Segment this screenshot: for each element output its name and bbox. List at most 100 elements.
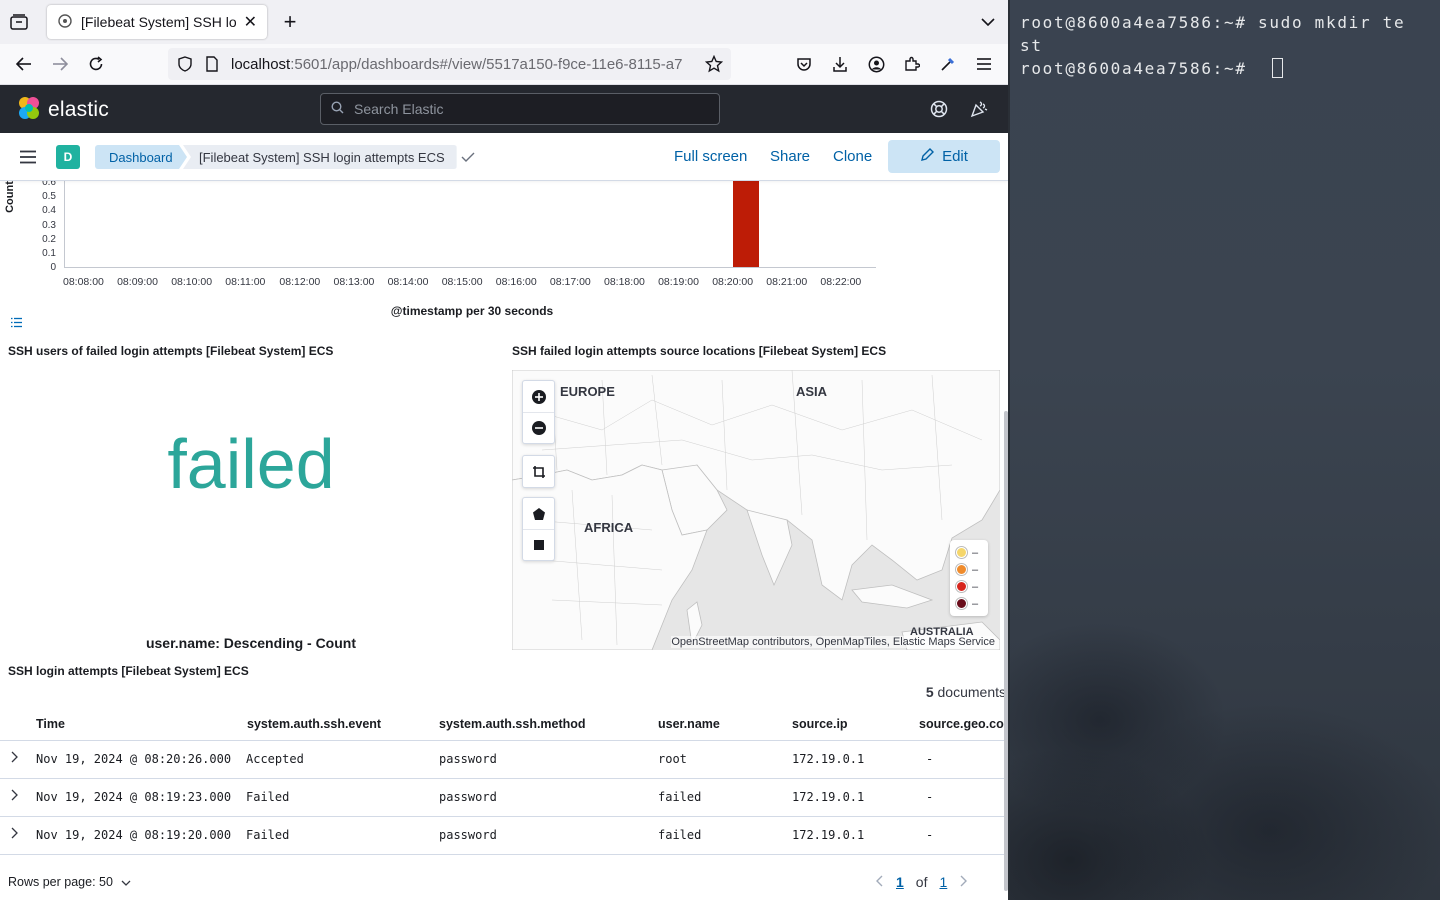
address-bar[interactable]: localhost:5601/app/dashboards#/view/5517… [168,48,731,80]
search-icon [331,101,344,117]
shield-icon[interactable] [177,56,193,75]
column-header-ip[interactable]: source.ip [792,717,848,731]
x-axis-line [64,267,876,268]
expand-row-chevron-icon[interactable] [10,789,18,804]
legend-label: – [972,597,979,610]
prev-page-icon[interactable] [876,874,884,890]
cell-method: password [439,752,497,766]
downloads-icon[interactable] [830,54,850,74]
zoom-controls [522,380,555,444]
column-header-user[interactable]: user.name [658,717,720,731]
expand-row-chevron-icon[interactable] [10,751,18,766]
y-tick-label: 0.4 [42,205,56,217]
map-label-africa: AFRICA [584,520,634,535]
y-axis-label: Count [3,181,16,213]
news-feed-icon[interactable] [969,99,989,119]
fit-bounds-control [522,455,555,488]
tagcloud-caption: user.name: Descending - Count [145,635,357,651]
map-attribution[interactable]: OpenStreetMap contributors, OpenMapTiles… [671,636,995,648]
kibana-header: elastic [0,85,1008,133]
cell-method: password [439,828,497,842]
map-label-asia: ASIA [796,384,828,399]
url-text: localhost:5601/app/dashboards#/view/5517… [231,55,683,73]
next-page-icon[interactable] [959,874,968,890]
help-icon[interactable] [929,99,949,119]
dashboard-body: Count 0.6 0.5 0.4 0.3 0.2 0.1 0 08:08:00 08:09:… [0,181,1008,900]
share-button[interactable]: Share [770,148,810,165]
y-tick-label: 0.3 [42,219,56,231]
draw-rectangle-icon[interactable] [523,529,554,560]
x-tick-label: 08:17:00 [549,276,591,288]
legend-entry: – [956,578,982,595]
cell-user: root [658,752,687,766]
fit-to-data-icon[interactable] [523,456,554,487]
navigation-toolbar: localhost:5601/app/dashboards#/view/5517… [0,44,1008,85]
column-header-time[interactable]: Time [36,717,65,731]
tab-close-icon[interactable]: ✕ [244,12,257,32]
users-panel-title: SSH users of failed login attempts [File… [8,344,334,358]
terminal-cursor [1272,58,1283,78]
map-panel-title: SSH failed login attempts source locatio… [512,344,887,358]
map-basemap [512,370,1000,650]
tagcloud-word[interactable]: failed [0,429,502,499]
legend-dot [956,564,967,575]
chevron-down-icon [121,875,131,889]
back-icon[interactable] [14,54,34,74]
account-icon[interactable] [866,54,886,74]
forward-icon[interactable] [50,54,70,74]
menu-hamburger-icon[interactable] [974,54,994,74]
nav-menu-icon[interactable] [18,147,38,167]
legend-toggle-icon[interactable] [8,314,24,330]
document-count: 5 documents [925,684,1006,700]
pocket-icon[interactable] [794,54,814,74]
full-screen-button[interactable]: Full screen [674,148,747,165]
rows-per-page-button[interactable]: Rows per page: 50 [8,875,131,889]
legend-label: – [972,546,979,559]
breadcrumb-dashboard[interactable]: Dashboard [95,145,187,169]
page-info-icon[interactable] [205,56,219,75]
dashboard-toolbar: D Dashboard [Filebeat System] SSH login … [0,133,1008,181]
new-tab-icon[interactable]: + [280,9,300,34]
pencil-icon [920,147,935,166]
page-total[interactable]: 1 [939,874,947,890]
terminal-prompt: root@8600a4ea7586:~# [1020,59,1258,78]
x-tick-label: 08:19:00 [658,276,699,288]
legend-entry: – [956,595,982,612]
list-tabs-chevron-icon[interactable] [978,12,998,32]
histogram-bar[interactable] [733,181,759,267]
zoom-in-icon[interactable] [523,381,554,412]
cell-ip: 172.19.0.1 [792,828,865,842]
column-header-method[interactable]: system.auth.ssh.method [439,717,586,731]
reload-icon[interactable] [86,54,106,74]
firefox-view-icon[interactable] [8,12,30,32]
global-search[interactable] [320,93,720,125]
column-header-geo[interactable]: source.geo.cou [919,717,1008,731]
x-tick-label: 08:08:00 [63,276,104,288]
page-current[interactable]: 1 [896,874,904,890]
terminal-line: st [1020,36,1043,55]
zoom-out-icon[interactable] [523,412,554,443]
x-tick-label: 08:21:00 [766,276,808,288]
table-panel-title: SSH login attempts [Filebeat System] ECS [8,664,249,678]
elastic-logo[interactable]: elastic [16,95,109,124]
x-tick-label: 08:09:00 [117,276,158,288]
map-view[interactable]: EUROPE ASIA AFRICA AUSTRALIA – – – – Ope… [512,370,1000,650]
extensions-icon[interactable] [902,54,922,74]
clone-button[interactable]: Clone [833,148,872,165]
browser-window: [Filebeat System] SSH lo ✕ + localhost:5… [0,0,1008,900]
eyedropper-icon[interactable] [938,54,958,74]
tab-active[interactable]: [Filebeat System] SSH lo ✕ [47,5,267,39]
x-tick-label: 08:20:00 [712,276,754,288]
bookmark-star-icon[interactable] [704,54,724,76]
edit-button[interactable]: Edit [888,140,1000,173]
cell-method: password [439,790,497,804]
y-tick-label: 0 [50,262,56,274]
x-tick-label: 08:13:00 [333,276,375,288]
expand-row-chevron-icon[interactable] [10,827,18,842]
space-avatar[interactable]: D [56,145,80,169]
search-input[interactable] [354,101,694,117]
y-axis-line [64,181,65,268]
column-header-event[interactable]: system.auth.ssh.event [247,717,381,731]
draw-polygon-icon[interactable] [523,498,554,529]
terminal-window[interactable]: root@8600a4ea7586:~# sudo mkdir te st ro… [1008,0,1440,900]
